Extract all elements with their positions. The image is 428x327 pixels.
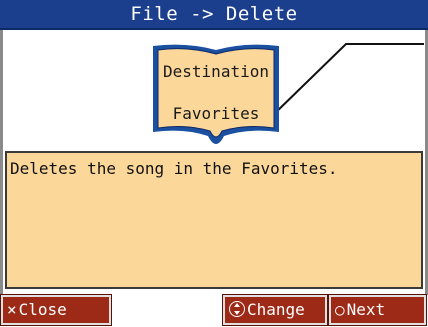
book-icon [153,44,279,144]
description-text: Deletes the song in the Favorites. [10,159,338,178]
close-button-label: Close [18,300,67,319]
screen: File -> Delete Destination Favorites Del… [0,0,428,327]
next-button-label: Next [346,300,386,319]
circle-icon: ○ [335,300,345,319]
destination-label: Destination [163,62,269,81]
destination-book[interactable]: Destination Favorites [150,40,282,146]
destination-value: Favorites [172,104,260,123]
close-button[interactable]: × Close [0,294,112,326]
cross-icon: × [7,300,17,319]
next-button[interactable]: ○ Next [328,294,427,326]
description-panel: Deletes the song in the Favorites. [5,151,423,289]
change-button[interactable]: Change [222,294,328,326]
change-button-label: Change [247,300,305,319]
button-bar: × Close Change ○ Next [0,294,428,327]
dial-up-down-icon [229,301,245,317]
